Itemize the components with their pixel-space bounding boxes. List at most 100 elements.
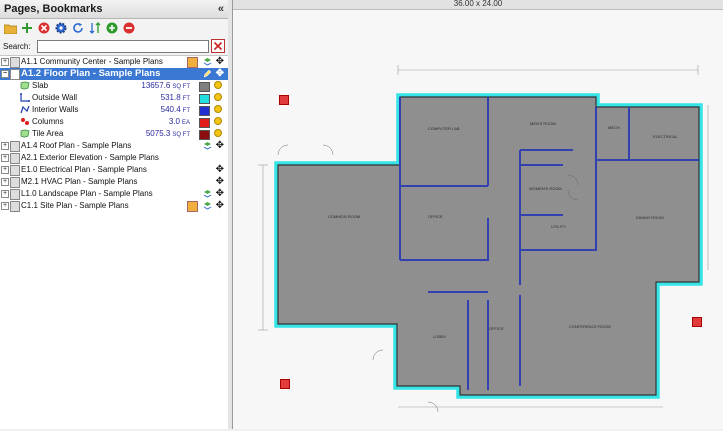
page-label: A1.4 Roof Plan - Sample Plans [21,141,132,150]
page-label: A1.2 Floor Plan - Sample Plans [21,68,161,79]
measurement-row-tile-area[interactable]: Tile Area 5075.3 SQ FT [0,128,228,140]
page-label: A2.1 Exterior Elevation - Sample Plans [21,153,159,162]
move-icon[interactable]: ✥ [216,164,224,176]
collapse-panel-button[interactable]: « [218,0,224,18]
expand-toggle[interactable]: + [1,202,9,210]
room-label: COMMON ROOM [328,214,360,219]
tree-row-page[interactable]: + A1.4 Roof Plan - Sample Plans ✥ [0,140,228,152]
tree-row-page[interactable]: + E1.0 Electrical Plan - Sample Plans ✥ [0,164,228,176]
sort-icon[interactable] [88,21,102,35]
measurement-row-interior-walls[interactable]: Interior Walls 540.4 FT [0,104,228,116]
measurement-label: Tile Area [32,129,64,138]
panel-title-text: Pages, Bookmarks [4,3,103,15]
color-swatch[interactable] [199,130,210,140]
polyline-icon [20,105,30,114]
expand-toggle[interactable]: + [1,166,9,174]
drawing-canvas[interactable]: COMPUTER LAB MEN'S ROOM MECH ELECTRICAL … [233,10,723,429]
polyline-icon [20,93,30,102]
page-label: C1.1 Site Plan - Sample Plans [21,201,129,210]
room-label: CONFERENCE ROOM [569,324,611,329]
panel-title: Pages, Bookmarks « [0,0,228,19]
bookmark-icon[interactable] [187,201,198,212]
measurement-row-slab[interactable]: Slab 13657.6 SQ FT [0,80,228,92]
column-marker[interactable] [692,317,702,327]
collapse-toggle[interactable]: − [1,70,9,78]
color-swatch[interactable] [199,94,210,104]
room-label: MECH [608,125,620,130]
room-label: COMPUTER LAB [428,126,460,131]
page-icon [10,69,20,80]
layers-icon[interactable] [203,57,212,66]
layers-icon[interactable] [203,141,212,150]
measurement-label: Outside Wall [32,93,78,102]
column-marker[interactable] [279,95,289,105]
bookmark-icon[interactable] [187,57,198,68]
color-swatch[interactable] [199,106,210,116]
add-icon[interactable] [20,21,34,35]
page-label: L1.0 Landscape Plan - Sample Plans [21,189,153,198]
panel-toolbar [0,19,228,37]
add-circle-icon[interactable] [105,21,119,35]
page-size-label: 36.00 x 24.00 [233,0,723,10]
room-label: ELECTRICAL [653,134,678,139]
delete-icon[interactable] [37,21,51,35]
visibility-bulb-icon[interactable] [214,93,222,101]
layers-icon[interactable] [203,189,212,198]
move-icon[interactable]: ✥ [216,200,224,212]
color-swatch[interactable] [199,118,210,128]
tree-row-page[interactable]: + A1.1 Community Center - Sample Plans ✥ [0,56,228,68]
measurement-label: Slab [32,81,49,90]
move-icon[interactable]: ✥ [216,140,224,152]
column-marker[interactable] [280,379,290,389]
drawing-viewer: 36.00 x 24.00 COMPUTER LAB MEN'S ROOM ME… [233,0,723,429]
page-icon [10,189,20,200]
page-icon [10,165,20,176]
search-label: Search: [3,41,31,51]
tree-row-page[interactable]: + A2.1 Exterior Elevation - Sample Plans [0,152,228,164]
color-swatch[interactable] [199,82,210,92]
edit-icon[interactable] [203,69,212,78]
page-icon [10,153,20,164]
search-row: Search: [0,37,228,56]
room-label: UTILITY [551,224,566,229]
visibility-bulb-icon[interactable] [214,105,222,113]
tree-row-page[interactable]: + C1.1 Site Plan - Sample Plans ✥ [0,200,228,212]
measurement-row-outside-wall[interactable]: Outside Wall 531.8 FT [0,92,228,104]
room-label: WOMEN'S ROOM [529,186,562,191]
page-icon [10,141,20,152]
page-tree: + A1.1 Community Center - Sample Plans ✥… [0,56,228,212]
refresh-icon[interactable] [71,21,85,35]
move-icon[interactable]: ✥ [216,68,224,80]
expand-toggle[interactable]: + [1,190,9,198]
close-icon [213,41,223,51]
expand-toggle[interactable]: + [1,142,9,150]
tree-row-page[interactable]: + L1.0 Landscape Plan - Sample Plans ✥ [0,188,228,200]
clear-search-button[interactable] [211,39,225,53]
floor-plan-drawing: COMPUTER LAB MEN'S ROOM MECH ELECTRICAL … [258,65,709,413]
folder-icon[interactable] [3,21,17,35]
visibility-bulb-icon[interactable] [214,129,222,137]
settings-icon[interactable] [54,21,68,35]
layers-icon[interactable] [203,201,212,210]
visibility-bulb-icon[interactable] [214,81,222,89]
move-icon[interactable]: ✥ [216,56,224,68]
move-icon[interactable]: ✥ [216,188,224,200]
room-label: MEN'S ROOM [530,121,556,126]
expand-toggle[interactable]: + [1,178,9,186]
expand-toggle[interactable]: + [1,154,9,162]
visibility-bulb-icon[interactable] [214,117,222,125]
tree-row-page-selected[interactable]: − A1.2 Floor Plan - Sample Plans ✥ [0,68,228,80]
page-label: E1.0 Electrical Plan - Sample Plans [21,165,147,174]
pages-bookmarks-panel: Pages, Bookmarks « Search: + A1.1 Commun… [0,0,229,429]
page-icon [10,57,20,68]
room-label: DINING ROOM [636,215,664,220]
room-label: OFFICE [428,214,443,219]
tree-row-page[interactable]: + M2.1 HVAC Plan - Sample Plans ✥ [0,176,228,188]
remove-circle-icon[interactable] [122,21,136,35]
expand-toggle[interactable]: + [1,58,9,66]
measurement-label: Columns [32,117,64,126]
move-icon[interactable]: ✥ [216,176,224,188]
search-input[interactable] [37,39,209,53]
measurement-row-columns[interactable]: Columns 3.0 EA [0,116,228,128]
page-label: A1.1 Community Center - Sample Plans [21,57,163,66]
